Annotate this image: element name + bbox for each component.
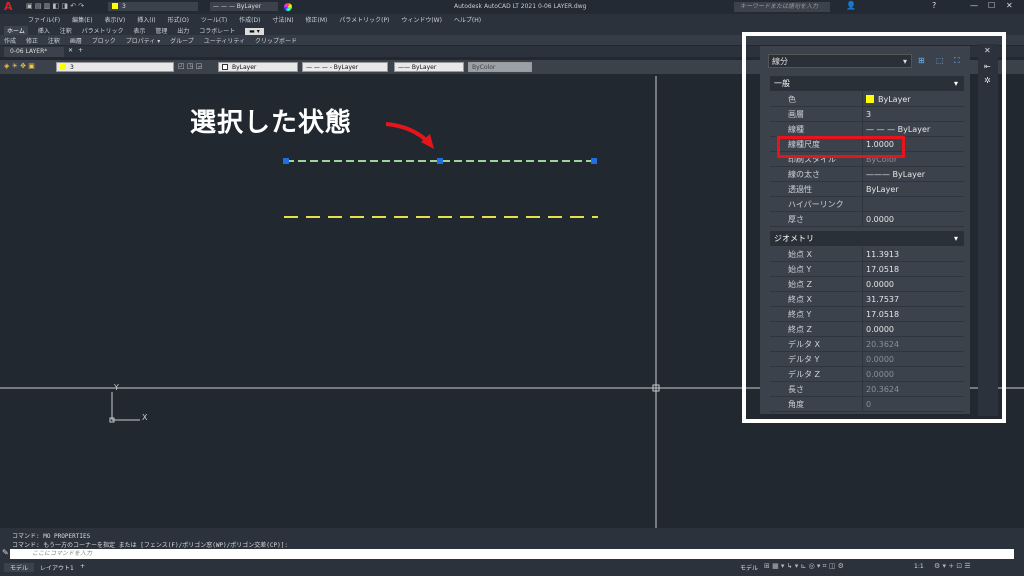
close-button[interactable]: ✕ [1006, 1, 1013, 10]
panel-draw[interactable]: 作成 [4, 36, 16, 45]
tab-output[interactable]: 出力 [177, 26, 189, 35]
add-layout-icon[interactable]: + [80, 563, 85, 570]
tab-insert[interactable]: 挿入 [38, 26, 50, 35]
menu-modify[interactable]: 修正(M) [306, 15, 328, 24]
annotation-scale[interactable]: 1:1 [914, 563, 924, 570]
tab-annotate[interactable]: 注釈 [60, 26, 72, 35]
minimize-button[interactable]: — [970, 1, 978, 10]
panel-utilities[interactable]: ユーティリティ [204, 36, 245, 45]
tab-parametric[interactable]: パラメトリック [82, 26, 124, 35]
tab-collaborate[interactable]: コラボレート [199, 26, 235, 35]
command-input[interactable]: ここにコマンドを入力 [10, 549, 1014, 559]
status-model[interactable]: モデル [740, 563, 758, 572]
qat-layer-dropdown[interactable]: 3 [108, 2, 198, 11]
title-bar: A ▣ ▤ ▥ ◧ ◨ ↶ ↷ 3 — — — ByLayer Autodesk… [0, 0, 1024, 14]
menu-parametric[interactable]: パラメトリック(P) [339, 15, 389, 24]
grip-mid [437, 158, 443, 164]
menu-draw[interactable]: 作成(D) [239, 15, 260, 24]
linetype-dropdown[interactable]: — — — - ByLayer [302, 62, 388, 72]
menu-bar: ファイル(F) 編集(E) 表示(V) 挿入(I) 形式(O) ツール(T) 作… [0, 14, 1024, 24]
panel-annotation[interactable]: 注釈 [48, 36, 60, 45]
menu-window[interactable]: ウィンドウ(W) [401, 15, 442, 24]
color-swatch-icon [222, 64, 228, 70]
plotstyle-dropdown: ByColor [468, 62, 532, 72]
menu-format[interactable]: 形式(O) [168, 15, 189, 24]
status-icons[interactable]: ⊞ ▦ ▾ ↳ ▾ ⊾ ◎ ▾ ⌗ ◫ ⚙ [764, 562, 844, 571]
tab-model[interactable]: モデル [4, 563, 35, 572]
ribbon-toggle-icon[interactable]: ▬ ▾ [245, 28, 264, 35]
tab-layout1[interactable]: レイアウト1 [36, 563, 78, 572]
menu-view[interactable]: 表示(V) [104, 15, 125, 24]
menu-edit[interactable]: 編集(E) [72, 15, 92, 24]
panel-modify[interactable]: 修正 [26, 36, 38, 45]
autocad-logo-icon[interactable]: A [4, 1, 16, 13]
doc-tab-active[interactable]: 0-06 LAYER* [4, 47, 64, 57]
qat-layer-value: 3 [122, 3, 126, 10]
lineweight-dropdown[interactable]: —— ByLayer [394, 62, 464, 72]
menu-dimension[interactable]: 寸法(N) [272, 15, 293, 24]
menu-file[interactable]: ファイル(F) [28, 15, 60, 24]
layer-dropdown-value: 3 [70, 64, 74, 71]
command-area: コマンド: MO PROPERTIES コマンド: もう一方のコーナーを指定 ま… [0, 528, 1024, 560]
highlight-redbox [777, 136, 905, 158]
svg-text:X: X [142, 413, 148, 422]
doc-tab-close-icon[interactable]: ✕ [68, 47, 73, 54]
tab-view[interactable]: 表示 [133, 26, 145, 35]
layer-dropdown[interactable]: 3 [56, 62, 174, 72]
layer-state-icons[interactable]: ◈ ☀ ✥ ▣ [4, 62, 35, 70]
search-input[interactable]: キーワードまたは語句を入力 [734, 2, 830, 12]
layout-tabs: モデル レイアウト1 + モデル ⊞ ▦ ▾ ↳ ▾ ⊾ ◎ ▾ ⌗ ◫ ⚙ 1… [0, 560, 1024, 576]
layer-swatch-icon [60, 64, 66, 70]
quick-access-toolbar: ▣ ▤ ▥ ◧ ◨ ↶ ↷ [26, 2, 85, 10]
highlight-frame [742, 32, 1006, 423]
red-arrow-icon [385, 122, 428, 142]
user-icon[interactable]: 👤 [846, 1, 856, 10]
new-tab-icon[interactable]: + [78, 47, 83, 54]
layer-tools-icons[interactable]: ◰ ◳ ◲ [178, 62, 202, 70]
panel-groups[interactable]: グループ [170, 36, 194, 45]
color-dropdown[interactable]: ByLayer [218, 62, 298, 72]
command-placeholder: ここにコマンドを入力 [32, 550, 93, 557]
panel-properties[interactable]: プロパティ ▾ [126, 36, 161, 45]
menu-tools[interactable]: ツール(T) [201, 15, 227, 24]
help-icon[interactable]: ? [932, 1, 936, 10]
qat-linetype-dropdown[interactable]: — — — ByLayer [210, 2, 278, 11]
color-dropdown-value: ByLayer [232, 64, 257, 71]
color-wheel-icon[interactable] [284, 3, 292, 11]
wrench-icon[interactable]: ✎ [2, 548, 9, 557]
doc-tab-label: 0-06 LAYER* [10, 48, 48, 55]
annotation-text: 選択した状態 [190, 108, 353, 138]
menu-insert[interactable]: 挿入(I) [137, 15, 155, 24]
grip-start [283, 158, 289, 164]
panel-block[interactable]: ブロック [92, 36, 116, 45]
yellow-swatch-icon [112, 3, 118, 9]
tab-home[interactable]: ホーム [4, 26, 28, 35]
svg-text:Y: Y [113, 383, 119, 392]
grip-end [591, 158, 597, 164]
tab-manage[interactable]: 管理 [155, 26, 167, 35]
panel-clipboard[interactable]: クリップボード [255, 36, 297, 45]
panel-layers[interactable]: 画層 [70, 36, 82, 45]
status-icons-right[interactable]: ⚙ ▾ + ⊡ ☰ [934, 562, 971, 570]
cmd-history-line1: コマンド: MO PROPERTIES [12, 533, 91, 540]
cmd-history-line2: コマンド: もう一方のコーナーを指定 または [フェンス(F)/ポリゴン窓(WP… [12, 542, 288, 549]
window-title: Autodesk AutoCAD LT 2021 0-06 LAYER.dwg [454, 3, 587, 10]
maximize-button[interactable]: ☐ [988, 1, 995, 10]
menu-help[interactable]: ヘルプ(H) [454, 15, 481, 24]
